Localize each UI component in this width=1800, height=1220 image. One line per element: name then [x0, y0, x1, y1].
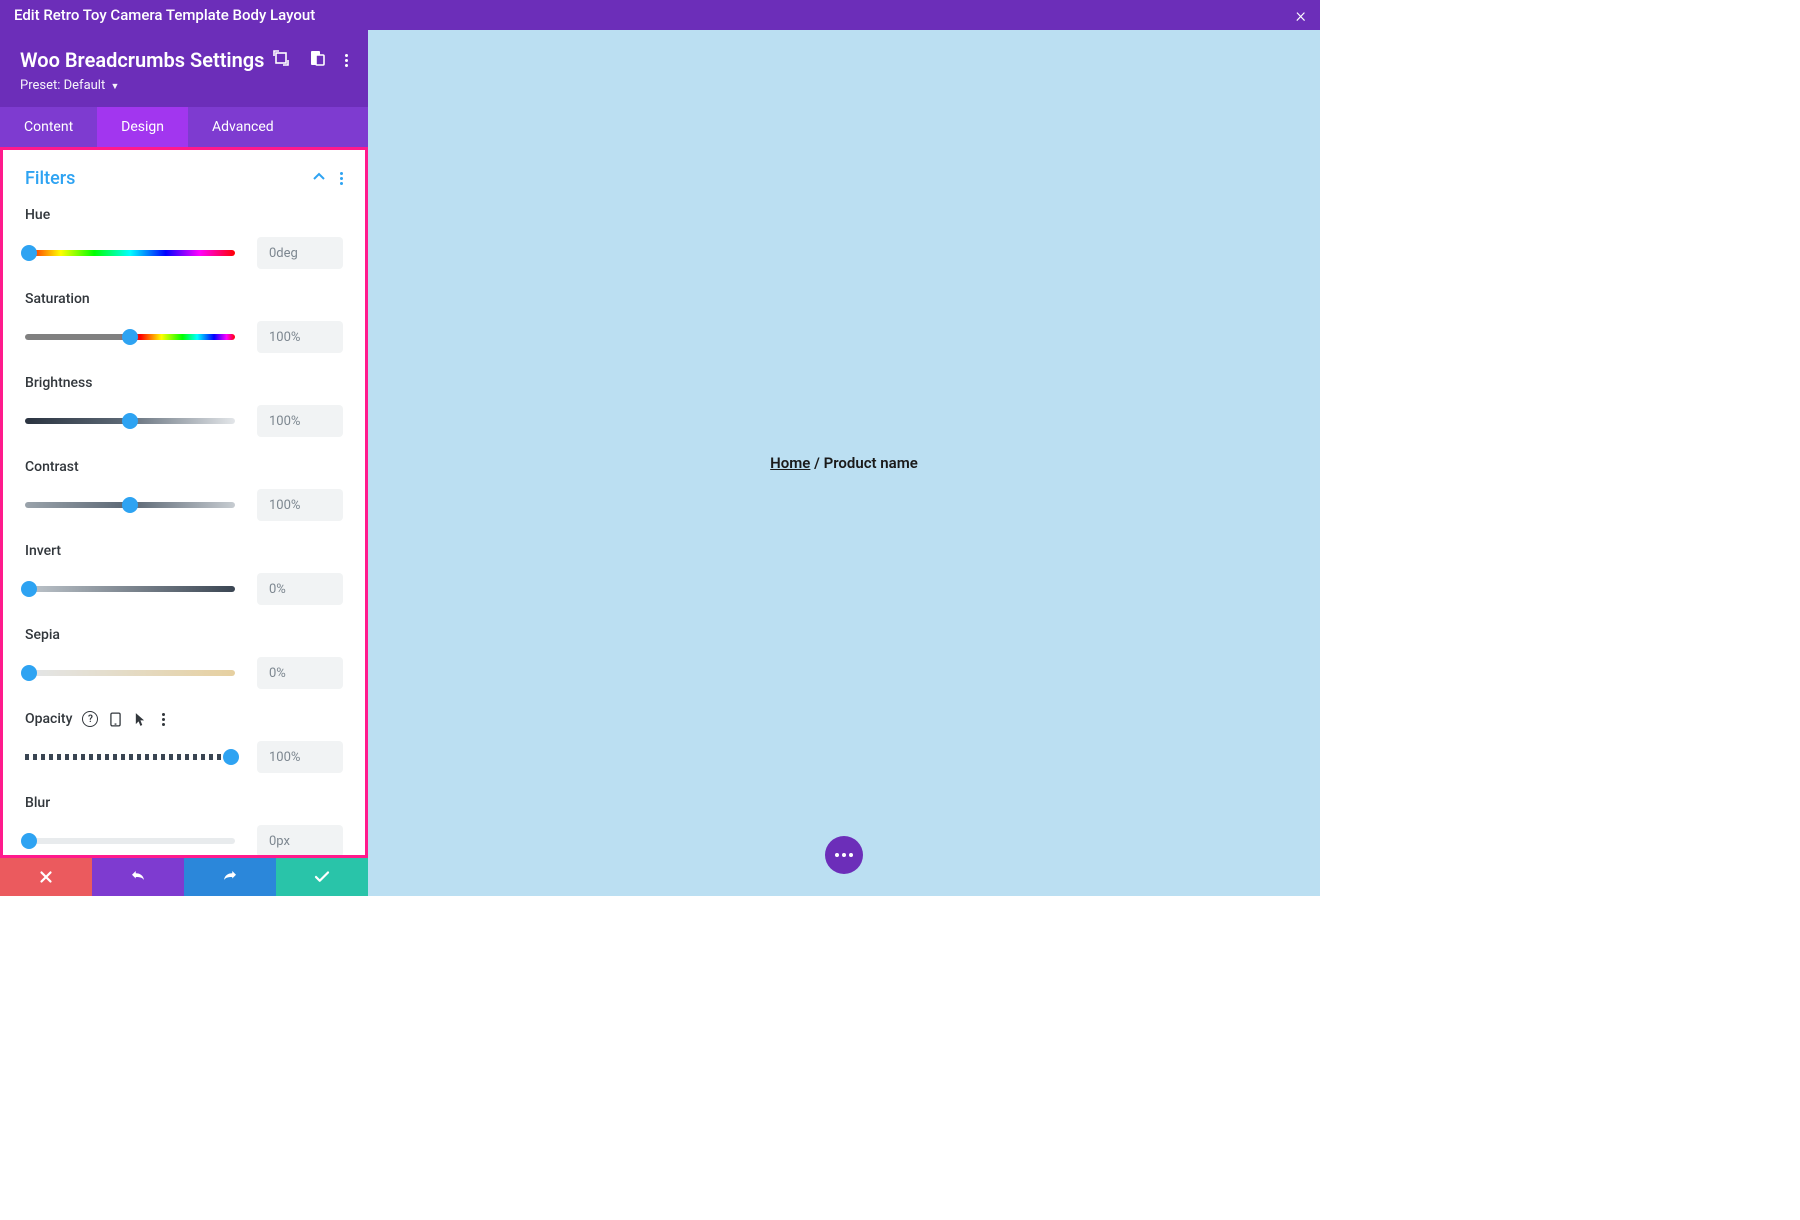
invert-slider-handle[interactable]: [21, 581, 37, 597]
hue-value[interactable]: 0deg: [257, 237, 343, 269]
expand-icon[interactable]: [273, 50, 289, 70]
blur-value[interactable]: 0px: [257, 825, 343, 855]
breadcrumb-current: Product name: [824, 454, 918, 472]
sepia-value[interactable]: 0%: [257, 657, 343, 689]
hue-label: Hue: [25, 207, 50, 223]
undo-button[interactable]: [92, 858, 184, 896]
contrast-slider-handle[interactable]: [122, 497, 138, 513]
settings-panel[interactable]: Filters Hue: [3, 150, 365, 855]
module-header: Woo Breadcrumbs Settings Pres: [0, 30, 368, 107]
control-hue: Hue 0deg: [25, 207, 343, 269]
control-opacity: Opacity ?: [25, 711, 343, 773]
invert-label: Invert: [25, 543, 61, 559]
opacity-slider-handle[interactable]: [223, 749, 239, 765]
section-more-icon[interactable]: [340, 172, 343, 185]
preview-canvas[interactable]: Home / Product name: [368, 30, 1320, 896]
opacity-value[interactable]: 100%: [257, 741, 343, 773]
close-icon[interactable]: ×: [1296, 3, 1306, 27]
opacity-slider[interactable]: [25, 754, 235, 760]
brightness-value[interactable]: 100%: [257, 405, 343, 437]
opacity-label: Opacity: [25, 711, 72, 727]
hue-slider[interactable]: [25, 250, 235, 256]
discard-button[interactable]: [0, 858, 92, 896]
save-button[interactable]: [276, 858, 368, 896]
brightness-slider-handle[interactable]: [122, 413, 138, 429]
module-title: Woo Breadcrumbs Settings: [20, 48, 273, 72]
brightness-slider[interactable]: [25, 418, 235, 424]
titlebar: Edit Retro Toy Camera Template Body Layo…: [0, 0, 1320, 30]
contrast-value[interactable]: 100%: [257, 489, 343, 521]
sepia-slider[interactable]: [25, 670, 235, 676]
more-icon[interactable]: [345, 54, 348, 67]
titlebar-title: Edit Retro Toy Camera Template Body Layo…: [14, 6, 315, 24]
breadcrumb: Home / Product name: [770, 454, 918, 472]
contrast-slider[interactable]: [25, 502, 235, 508]
blur-slider-handle[interactable]: [21, 833, 37, 849]
tabs: Content Design Advanced: [0, 107, 368, 147]
control-saturation: Saturation 100%: [25, 291, 343, 353]
saturation-slider-handle[interactable]: [122, 329, 138, 345]
sepia-slider-handle[interactable]: [21, 665, 37, 681]
saturation-slider[interactable]: [25, 334, 235, 340]
hue-slider-handle[interactable]: [21, 245, 37, 261]
control-invert: Invert 0%: [25, 543, 343, 605]
breadcrumb-home[interactable]: Home: [770, 454, 810, 472]
blur-slider[interactable]: [25, 838, 235, 844]
control-more-icon[interactable]: [156, 712, 170, 726]
control-blur: Blur 0px: [25, 795, 343, 855]
responsive-icon[interactable]: [309, 50, 325, 70]
tab-content[interactable]: Content: [0, 107, 97, 147]
help-icon[interactable]: ?: [82, 711, 98, 727]
settings-sidebar: Woo Breadcrumbs Settings Pres: [0, 30, 368, 896]
hover-icon[interactable]: [132, 712, 146, 726]
footer-actions: [0, 858, 368, 896]
section-title[interactable]: Filters: [25, 168, 312, 189]
tab-design[interactable]: Design: [97, 107, 188, 147]
saturation-label: Saturation: [25, 291, 90, 307]
page-settings-fab[interactable]: [825, 836, 863, 874]
phone-icon[interactable]: [108, 712, 122, 726]
sepia-label: Sepia: [25, 627, 60, 643]
collapse-icon[interactable]: [312, 169, 326, 188]
control-brightness: Brightness 100%: [25, 375, 343, 437]
brightness-label: Brightness: [25, 375, 92, 391]
contrast-label: Contrast: [25, 459, 79, 475]
caret-down-icon: ▼: [110, 82, 119, 92]
invert-slider[interactable]: [25, 586, 235, 592]
control-sepia: Sepia 0%: [25, 627, 343, 689]
redo-button[interactable]: [184, 858, 276, 896]
breadcrumb-separator: /: [814, 454, 820, 472]
saturation-value[interactable]: 100%: [257, 321, 343, 353]
preset-selector[interactable]: Preset: Default ▼: [20, 78, 348, 93]
blur-label: Blur: [25, 795, 50, 811]
control-contrast: Contrast 100%: [25, 459, 343, 521]
tab-advanced[interactable]: Advanced: [188, 107, 298, 147]
invert-value[interactable]: 0%: [257, 573, 343, 605]
